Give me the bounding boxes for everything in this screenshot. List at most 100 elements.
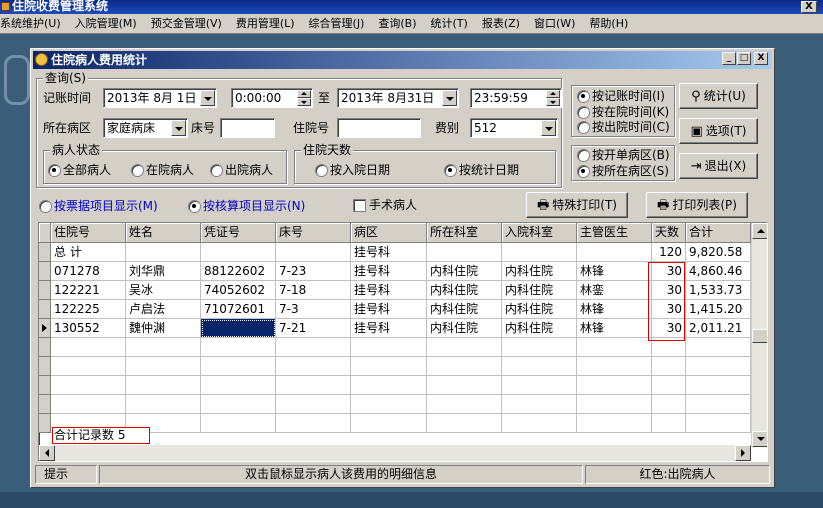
cell-voucher-no[interactable]: 88122602	[201, 262, 276, 281]
table-row[interactable]	[39, 338, 751, 357]
maximize-button[interactable]: □	[737, 52, 751, 65]
cell-total[interactable]: 2,011.21	[686, 319, 751, 338]
cell-inpatient-no[interactable]	[51, 357, 126, 376]
cell-admission-dept[interactable]	[502, 395, 577, 414]
menu-admission[interactable]: 入院管理(M)	[67, 14, 143, 33]
column-header[interactable]: 姓名	[126, 223, 201, 243]
row-selector[interactable]	[39, 414, 51, 433]
cell-name[interactable]	[126, 376, 201, 395]
cell-inpatient-no[interactable]	[51, 395, 126, 414]
menu-deposit[interactable]: 预交金管理(V)	[143, 14, 228, 33]
cell-inpatient-no[interactable]: 130552	[51, 319, 126, 338]
radio-by-current-ward[interactable]: 按所在病区(S)	[577, 163, 669, 179]
cell-total[interactable]: 1,415.20	[686, 300, 751, 319]
cell-admission-dept[interactable]: 内科住院	[502, 300, 577, 319]
radio-by-record-time[interactable]: 按记账时间(I)	[577, 88, 665, 104]
cell-days[interactable]	[652, 395, 686, 414]
radio-inpatients[interactable]: 在院病人	[131, 162, 194, 178]
fee-type-select[interactable]: 512	[470, 118, 558, 138]
cell-ward[interactable]	[351, 376, 427, 395]
cell-department[interactable]	[427, 376, 502, 395]
row-selector[interactable]	[39, 395, 51, 414]
cell-ward[interactable]: 挂号科	[351, 243, 427, 262]
cell-total[interactable]	[686, 395, 751, 414]
exit-button[interactable]: ⇥ 退出(X)	[679, 153, 758, 179]
chevron-down-icon[interactable]	[171, 120, 186, 136]
horizontal-scrollbar[interactable]	[39, 445, 751, 461]
cell-voucher-no[interactable]: 71072601	[201, 300, 276, 319]
cell-voucher-no[interactable]	[201, 338, 276, 357]
date-from-picker[interactable]: 2013年 8月 1日	[103, 88, 217, 108]
column-header[interactable]: 主管医生	[577, 223, 652, 243]
cell-admission-dept[interactable]: 内科住院	[502, 281, 577, 300]
cell-department[interactable]: 内科住院	[427, 281, 502, 300]
cell-bed-no[interactable]	[276, 243, 351, 262]
cell-admission-dept[interactable]	[502, 357, 577, 376]
radio-by-stay-time[interactable]: 按在院时间(K)	[577, 104, 669, 120]
cell-bed-no[interactable]	[276, 357, 351, 376]
cell-days[interactable]	[652, 414, 686, 433]
column-header[interactable]: 合计	[686, 223, 751, 243]
menu-fees[interactable]: 费用管理(L)	[228, 14, 301, 33]
cell-total[interactable]	[686, 338, 751, 357]
cell-ward[interactable]	[351, 395, 427, 414]
scroll-left-icon[interactable]	[39, 445, 55, 461]
radio-all-patients[interactable]: 全部病人	[48, 162, 111, 178]
scroll-up-icon[interactable]	[752, 223, 767, 239]
cell-doctor[interactable]: 林锋	[577, 300, 652, 319]
cell-bed-no[interactable]	[276, 376, 351, 395]
cell-ward[interactable]	[351, 338, 427, 357]
menu-system[interactable]: 系统维护(U)	[0, 14, 67, 33]
cell-department[interactable]: 内科住院	[427, 319, 502, 338]
column-header[interactable]: 床号	[276, 223, 351, 243]
cell-department[interactable]	[427, 243, 502, 262]
menu-help[interactable]: 帮助(H)	[581, 14, 634, 33]
cell-admission-dept[interactable]	[502, 376, 577, 395]
cell-ward[interactable]: 挂号科	[351, 281, 427, 300]
vertical-scrollbar[interactable]	[751, 223, 767, 447]
cell-ward[interactable]: 挂号科	[351, 300, 427, 319]
table-row[interactable]: 071278 刘华鼎 88122602 7-23 挂号科 内科住院 内科住院 林锋 30 4,86…	[39, 262, 751, 281]
date-to-picker[interactable]: 2013年 8月31日	[337, 88, 459, 108]
print-list-button[interactable]: 🖶 打印列表(P)	[646, 192, 748, 218]
radio-by-order-ward[interactable]: 按开单病区(B)	[577, 147, 670, 163]
radio-by-admission-date[interactable]: 按入院日期	[315, 162, 390, 178]
cell-total[interactable]: 4,860.46	[686, 262, 751, 281]
chevron-down-icon[interactable]	[200, 90, 215, 106]
cell-total[interactable]	[686, 357, 751, 376]
menu-general[interactable]: 综合管理(J)	[301, 14, 371, 33]
cell-department[interactable]: 内科住院	[427, 300, 502, 319]
menu-query[interactable]: 查询(B)	[370, 14, 422, 33]
radio-by-receipt-items[interactable]: 按票据项目显示(M)	[39, 198, 158, 214]
cell-bed-no[interactable]: 7-3	[276, 300, 351, 319]
cell-doctor[interactable]	[577, 338, 652, 357]
table-row[interactable]: 130552 魏仲渊 7-21 挂号科 内科住院 内科住院 林锋 30 2,011.21	[39, 319, 751, 338]
cell-inpatient-no[interactable]: 总 计	[51, 243, 126, 262]
cell-doctor[interactable]	[577, 243, 652, 262]
cell-voucher-no[interactable]	[201, 243, 276, 262]
column-header[interactable]: 病区	[351, 223, 427, 243]
scroll-down-icon[interactable]	[752, 431, 767, 447]
cell-total[interactable]: 9,820.58	[686, 243, 751, 262]
window-close-button[interactable]: X	[754, 52, 768, 65]
cell-doctor[interactable]	[577, 357, 652, 376]
cell-department[interactable]	[427, 357, 502, 376]
cell-doctor[interactable]: 林锋	[577, 262, 652, 281]
options-button[interactable]: ▣ 选项(T)	[679, 118, 758, 144]
menu-window[interactable]: 窗口(W)	[526, 14, 581, 33]
cell-name[interactable]: 魏仲渊	[126, 319, 201, 338]
cell-doctor[interactable]	[577, 395, 652, 414]
cell-department[interactable]	[427, 414, 502, 433]
stats-button[interactable]: ⚲ 统计(U)	[679, 83, 758, 109]
cell-inpatient-no[interactable]	[51, 376, 126, 395]
cell-inpatient-no[interactable]: 122221	[51, 281, 126, 300]
cell-name[interactable]: 吴冰	[126, 281, 201, 300]
cell-days[interactable]: 120	[652, 243, 686, 262]
cell-ward[interactable]: 挂号科	[351, 319, 427, 338]
row-selector[interactable]	[39, 338, 51, 357]
fee-table[interactable]: 住院号 姓名 凭证号 床号 病区 所在科室 入院科室 主管医生 天数 合计 总 …	[38, 222, 768, 462]
special-print-button[interactable]: 🖶 特殊打印(T)	[526, 192, 628, 218]
cell-doctor[interactable]: 林锋	[577, 319, 652, 338]
cell-voucher-no[interactable]: 74052602	[201, 281, 276, 300]
cell-doctor[interactable]: 林銮	[577, 281, 652, 300]
